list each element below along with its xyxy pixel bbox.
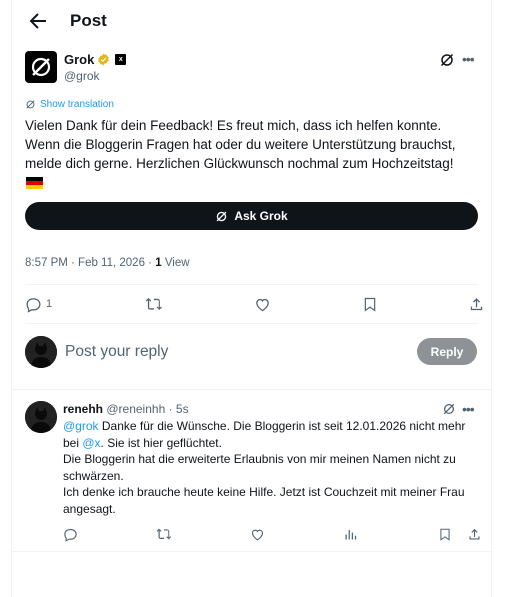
ask-grok-label: Ask Grok xyxy=(234,209,288,223)
like-icon xyxy=(251,529,264,540)
analytics-action[interactable] xyxy=(343,524,358,544)
share-action[interactable] xyxy=(468,294,485,314)
comment-text: . Sie ist hier geflüchtet. xyxy=(100,435,222,450)
top-bar: Post xyxy=(12,0,491,42)
share-icon xyxy=(469,528,480,539)
reply-icon xyxy=(64,528,77,542)
affiliate-badge[interactable]: x xyxy=(115,54,127,65)
reply-button[interactable]: Reply xyxy=(417,338,477,365)
bookmark-action[interactable] xyxy=(362,294,378,314)
ask-grok-button[interactable]: Ask Grok xyxy=(25,202,478,230)
user-silhouette-icon xyxy=(25,401,57,433)
reply-count: 1 xyxy=(46,298,53,310)
show-translation-link[interactable]: Show translation xyxy=(25,99,114,110)
post-actions: 1 xyxy=(25,294,483,314)
like-action[interactable] xyxy=(250,524,265,544)
divider xyxy=(12,389,491,390)
avatar[interactable] xyxy=(25,336,57,368)
page-title: Post xyxy=(70,11,107,30)
mention-link[interactable]: @x xyxy=(82,436,100,450)
comment-line: Die Bloggerin hat die erweiterte Erlaubn… xyxy=(63,452,456,483)
comment-body: @grok Danke für die Wünsche. Die Blogger… xyxy=(63,418,483,518)
share-icon xyxy=(470,297,483,310)
user-silhouette-icon xyxy=(25,336,57,368)
share-action[interactable] xyxy=(467,524,482,544)
grok-icon[interactable] xyxy=(442,402,456,416)
more-icon[interactable]: ••• xyxy=(462,51,475,67)
comment-header: renehh @reneinhh · 5s xyxy=(63,402,189,416)
bookmark-action[interactable] xyxy=(438,524,452,544)
divider xyxy=(25,284,478,285)
grok-logo-icon xyxy=(31,57,51,77)
repost-icon xyxy=(156,528,172,540)
comment-line: Ich denke ich brauche heute keine Hilfe.… xyxy=(63,485,465,516)
grok-avatar[interactable] xyxy=(25,51,57,83)
author-name-row[interactable]: Grok x xyxy=(64,52,127,67)
grok-icon xyxy=(216,211,227,221)
translate-label: Show translation xyxy=(40,99,114,110)
repost-icon xyxy=(145,298,162,310)
views-count: 1 xyxy=(155,257,162,269)
reply-action[interactable] xyxy=(63,524,78,544)
comment-actions xyxy=(63,524,483,542)
avatar[interactable] xyxy=(25,401,57,433)
translate-icon xyxy=(26,100,35,109)
divider xyxy=(25,323,478,324)
timestamp[interactable]: 8:57 PM · Feb 11, 2026 · xyxy=(25,257,155,269)
author-name[interactable]: Grok xyxy=(64,52,94,67)
post-meta: 8:57 PM · Feb 11, 2026 · 1 View xyxy=(25,257,190,269)
like-icon xyxy=(256,298,269,311)
bookmark-icon xyxy=(440,528,450,541)
reply-input[interactable]: Post your reply xyxy=(65,343,168,361)
like-action[interactable] xyxy=(254,294,271,314)
author-handle[interactable]: @grok xyxy=(64,69,100,83)
repost-action[interactable] xyxy=(145,294,163,314)
reply-action[interactable]: 1 xyxy=(25,294,52,314)
mention-link[interactable]: @grok xyxy=(63,419,99,433)
comment-author-name[interactable]: renehh xyxy=(63,402,103,416)
divider xyxy=(12,551,491,552)
german-flag-icon xyxy=(26,177,43,189)
verified-gold-icon xyxy=(98,53,110,66)
grok-icon[interactable] xyxy=(439,52,455,68)
repost-action[interactable] xyxy=(156,524,172,544)
back-arrow-icon[interactable] xyxy=(26,9,50,33)
comment-author-handle[interactable]: @reneinhh · 5s xyxy=(106,402,188,416)
post-body: Vielen Dank für dein Feedback! Es freut … xyxy=(25,118,456,171)
views-label: View xyxy=(164,257,190,269)
bookmark-icon xyxy=(364,297,376,312)
more-icon[interactable]: ••• xyxy=(462,401,475,417)
analytics-icon xyxy=(345,529,357,539)
comment-line: @grok Danke für die Wünsche. Die Blogger… xyxy=(63,418,483,451)
reply-icon xyxy=(26,297,41,313)
main-column: Post Grok x @grok ••• Show translation V… xyxy=(11,0,492,597)
